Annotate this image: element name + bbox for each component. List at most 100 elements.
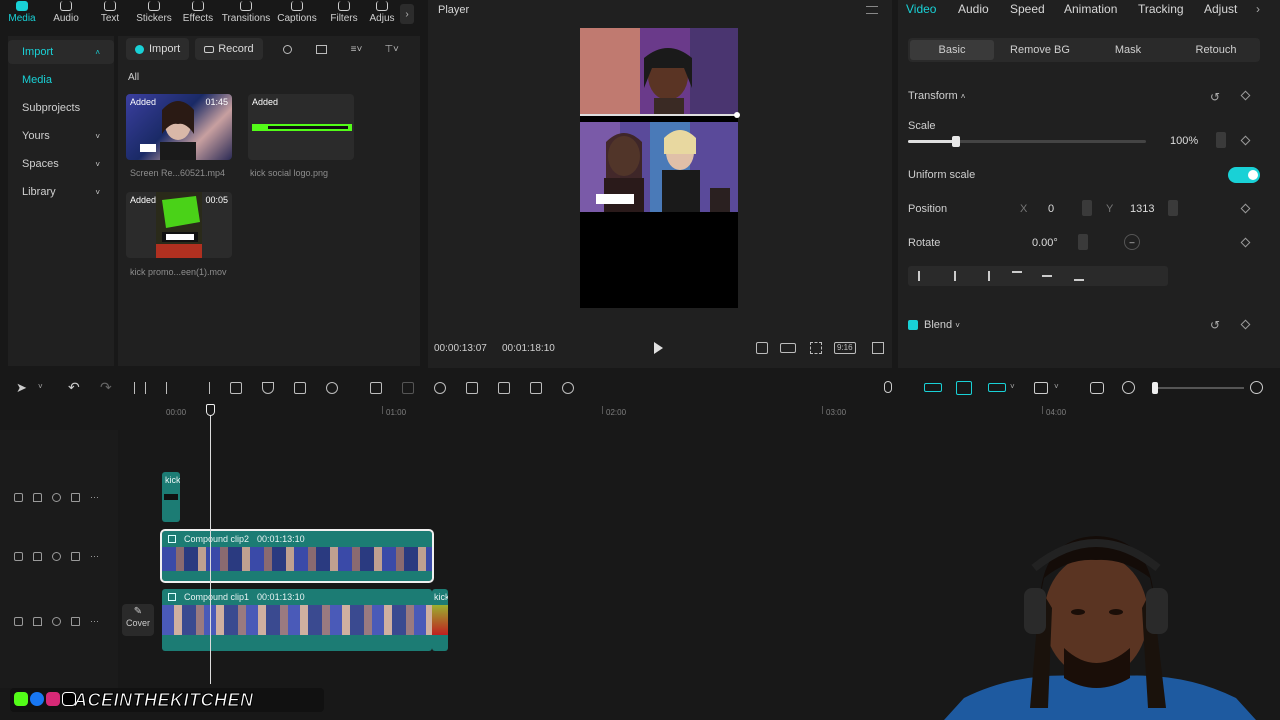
freeze-icon[interactable]	[370, 382, 382, 394]
chevron-down-icon[interactable]: ˅	[1010, 382, 1015, 391]
align-left-icon[interactable]	[918, 271, 928, 281]
redo-icon[interactable]: ↷	[100, 379, 112, 396]
tab-transitions[interactable]: Transitions	[220, 0, 272, 28]
align-top-icon[interactable]	[1012, 271, 1022, 281]
cover-button[interactable]: ✎ Cover	[122, 604, 154, 636]
zoom-out-icon[interactable]	[1122, 381, 1135, 394]
ratio-button[interactable]: 9:16	[834, 342, 856, 354]
more-icon[interactable]: ···	[90, 551, 99, 561]
linkage-icon[interactable]	[988, 383, 1006, 392]
play-button[interactable]	[654, 342, 663, 354]
blend-label[interactable]: Blend ˅	[924, 319, 960, 331]
preview-canvas[interactable]	[580, 28, 740, 308]
tabs-more-icon[interactable]: ›	[1256, 2, 1260, 16]
eye-icon[interactable]	[52, 551, 61, 561]
tab-tracking[interactable]: Tracking	[1138, 2, 1184, 16]
grid-view-icon[interactable]	[315, 44, 327, 54]
more-icon[interactable]: ···	[90, 492, 99, 502]
audio-wave-icon[interactable]	[562, 382, 574, 394]
playhead[interactable]	[206, 404, 215, 684]
uniform-scale-toggle[interactable]	[1228, 167, 1260, 183]
tab-audio-props[interactable]: Audio	[958, 2, 989, 16]
person-icon[interactable]	[434, 382, 446, 394]
tab-speed[interactable]: Speed	[1010, 2, 1045, 16]
tab-captions[interactable]: Captions	[272, 0, 322, 28]
scale-slider-handle[interactable]	[951, 136, 960, 147]
tab-animation[interactable]: Animation	[1064, 2, 1117, 16]
keyframe-icon[interactable]	[1240, 135, 1251, 146]
media-item-kick-logo[interactable]: Added	[248, 94, 354, 160]
scale-value[interactable]: 100%	[1170, 135, 1198, 147]
speed-icon[interactable]	[326, 382, 338, 394]
align-center-v-icon[interactable]	[1042, 275, 1052, 285]
reset-icon[interactable]: ↺	[1210, 318, 1220, 332]
speaker-icon[interactable]	[71, 616, 80, 626]
rotate-input[interactable]: 0.00°	[1032, 237, 1058, 249]
captions-tool-icon[interactable]	[498, 382, 510, 394]
lock-icon[interactable]	[33, 616, 42, 626]
rotate-stepper[interactable]	[1078, 234, 1088, 250]
zoom-slider-handle[interactable]	[1152, 382, 1158, 394]
scale-slider[interactable]	[908, 136, 1146, 147]
zoom-slider[interactable]	[1152, 382, 1244, 394]
image-edit-icon[interactable]	[530, 382, 542, 394]
snapshot-icon[interactable]	[756, 342, 768, 354]
subtab-retouch[interactable]: Retouch	[1174, 40, 1258, 60]
align-right-icon[interactable]	[980, 271, 990, 281]
subtab-mask[interactable]: Mask	[1086, 40, 1170, 60]
sidebar-item-spaces[interactable]: Spaces ˅	[8, 152, 114, 176]
record-button[interactable]: Record	[195, 38, 263, 60]
subtab-remove-bg[interactable]: Remove BG	[998, 40, 1082, 60]
magnet-link-icon[interactable]	[924, 383, 942, 392]
sidebar-item-subprojects[interactable]: Subprojects	[8, 96, 114, 120]
resize-handle[interactable]	[734, 112, 740, 118]
import-button[interactable]: Import	[126, 38, 190, 60]
position-x-input[interactable]: 0	[1048, 203, 1054, 215]
reset-icon[interactable]: ↺	[1210, 90, 1220, 104]
magic-icon[interactable]	[466, 382, 478, 394]
quality-icon[interactable]	[780, 343, 796, 353]
lock-icon[interactable]	[33, 492, 42, 502]
playhead-handle[interactable]	[206, 404, 215, 416]
preview-axis-icon[interactable]	[1034, 382, 1048, 394]
tab-stickers[interactable]: Stickers	[132, 0, 176, 28]
split-right-icon[interactable]	[198, 382, 210, 394]
scale-stepper[interactable]	[1216, 132, 1226, 148]
tab-audio[interactable]: Audio	[44, 0, 88, 28]
timeline-clip-compound-1[interactable]: Compound clip1 00:01:13:10	[162, 589, 432, 651]
media-item-screen-recording[interactable]: Added 01:45	[126, 94, 232, 160]
timeline-ruler[interactable]: 00:00 01:00 02:00 03:00 04:00	[0, 402, 1280, 420]
reverse-icon[interactable]	[402, 382, 414, 394]
keyframe-icon[interactable]	[1240, 319, 1251, 330]
sidebar-item-media[interactable]: Media	[8, 68, 114, 92]
timeline-clip-compound-2[interactable]: Compound clip2 00:01:13:10	[160, 529, 434, 583]
keyframe-icon[interactable]	[1240, 90, 1251, 101]
lock-icon[interactable]	[33, 551, 42, 561]
timeline-clip-kick[interactable]: kick	[162, 472, 180, 522]
blend-checkbox[interactable]	[908, 320, 918, 330]
speaker-icon[interactable]	[71, 551, 80, 561]
tab-effects[interactable]: Effects	[176, 0, 220, 28]
expand-icon[interactable]	[872, 342, 884, 354]
microphone-icon[interactable]	[884, 381, 892, 393]
eye-icon[interactable]	[52, 616, 61, 626]
sidebar-item-yours[interactable]: Yours ˅	[8, 124, 114, 148]
rotate-dial-icon[interactable]: –	[1124, 234, 1140, 250]
tab-filters[interactable]: Filters	[322, 0, 366, 28]
menu-icon[interactable]	[866, 6, 878, 14]
sort-icon[interactable]: ≡˅	[351, 44, 363, 55]
snap-icon[interactable]	[956, 381, 972, 395]
filter-icon[interactable]: ⊤˅	[384, 44, 399, 55]
transform-header[interactable]: Transform ˄	[908, 90, 965, 102]
tab-adjust-props[interactable]: Adjust	[1204, 2, 1237, 16]
delete-icon[interactable]	[230, 382, 242, 394]
tab-text[interactable]: Text	[88, 0, 132, 28]
timeline-clip-kick-end[interactable]: kick	[432, 589, 448, 651]
position-y-input[interactable]: 1313	[1130, 203, 1154, 215]
position-x-stepper[interactable]	[1082, 200, 1092, 216]
crop-icon[interactable]	[294, 382, 306, 394]
position-y-stepper[interactable]	[1168, 200, 1178, 216]
split-icon[interactable]	[134, 382, 146, 394]
tabs-scroll-right-icon[interactable]: ›	[400, 4, 414, 24]
fullscreen-crop-icon[interactable]	[810, 342, 822, 354]
